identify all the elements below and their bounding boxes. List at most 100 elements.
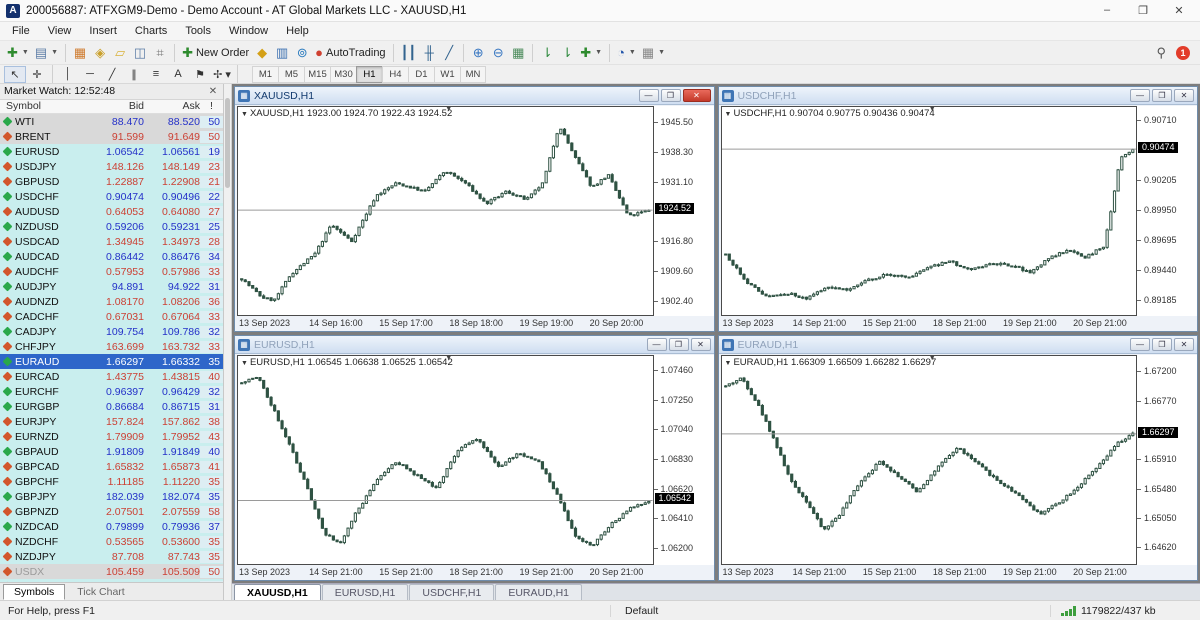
chart-minimize-button[interactable]: —	[639, 89, 659, 102]
metaeditor-button[interactable]: ◆	[252, 43, 272, 63]
price-axis-xauusd[interactable]: 1945.501938.301931.101916.801909.601902.…	[654, 106, 714, 316]
channel-tool[interactable]: ∥	[123, 66, 145, 83]
vertical-line-tool[interactable]: │	[57, 66, 79, 83]
timeframe-mn[interactable]: MN	[460, 66, 486, 83]
market-watch-row-eurcad[interactable]: EURCAD1.437751.4381540	[0, 369, 223, 384]
price-axis-usdchf[interactable]: 0.907100.902050.899500.896950.894400.891…	[1137, 106, 1197, 316]
market-watch-row-nzdjpy[interactable]: NZDJPY87.70887.74335	[0, 549, 223, 564]
market-watch-row-audcad[interactable]: AUDCAD0.864420.8647634	[0, 249, 223, 264]
market-watch-row-gbpjpy[interactable]: GBPJPY182.039182.07435	[0, 489, 223, 504]
chart-minimize-button[interactable]: —	[647, 338, 667, 351]
market-watch-row-gbpcad[interactable]: GBPCAD1.658321.6587341	[0, 459, 223, 474]
market-watch-row-cadchf[interactable]: CADCHF0.670310.6706433	[0, 309, 223, 324]
chart-plot-eurusd[interactable]: ▼EURUSD,H1 1.06545 1.06638 1.06525 1.065…	[237, 355, 654, 565]
market-watch-row-nzdusd[interactable]: NZDUSD0.592060.5923125	[0, 219, 223, 234]
market-watch-row-usdchf[interactable]: USDCHF0.904740.9049622	[0, 189, 223, 204]
market-watch-row-wti[interactable]: WTI88.47088.52050	[0, 114, 223, 129]
notification-badge[interactable]: 1	[1176, 46, 1190, 60]
price-axis-euraud[interactable]: 1.672001.667701.659101.654801.650501.646…	[1137, 355, 1197, 565]
search-icon[interactable]: ⚲	[1156, 45, 1166, 61]
market-watch-row-gbpusd[interactable]: GBPUSD1.228871.2290821	[0, 174, 223, 189]
time-axis-usdchf[interactable]: 13 Sep 202314 Sep 21:0015 Sep 21:0018 Se…	[721, 316, 1198, 331]
new-chart-button[interactable]: ✚▼	[4, 43, 32, 63]
market-watch-row-nzdcad[interactable]: NZDCAD0.798990.7993637	[0, 519, 223, 534]
time-axis-xauusd[interactable]: 13 Sep 202314 Sep 16:0015 Sep 17:0018 Se…	[237, 316, 714, 331]
market-watch-row-gbpaud[interactable]: GBPAUD1.918091.9184940	[0, 444, 223, 459]
market-watch-row-audchf[interactable]: AUDCHF0.579530.5798633	[0, 264, 223, 279]
autotrading-button[interactable]: ●AutoTrading	[312, 43, 388, 63]
navigator-button[interactable]: ▱	[110, 43, 130, 63]
chart-titlebar-xauusd[interactable]: ▦XAUUSD,H1—❐✕	[235, 87, 714, 105]
chart-close-button[interactable]: ✕	[1174, 338, 1194, 351]
column-spread[interactable]: !	[200, 100, 223, 112]
time-axis-euraud[interactable]: 13 Sep 202314 Sep 21:0015 Sep 21:0018 Se…	[721, 565, 1198, 580]
templates-button[interactable]: ▦▼	[639, 43, 668, 63]
market-watch-row-usdjpy[interactable]: USDJPY148.126148.14923	[0, 159, 223, 174]
market-watch-row-audusd[interactable]: AUDUSD0.640530.6408027	[0, 204, 223, 219]
market-watch-row-eurchf[interactable]: EURCHF0.963970.9642932	[0, 384, 223, 399]
market-watch-row-audjpy[interactable]: AUDJPY94.89194.92231	[0, 279, 223, 294]
market-watch-close-icon[interactable]: ✕	[207, 86, 219, 97]
chart-titlebar-eurusd[interactable]: ▦EURUSD,H1—❐✕	[235, 336, 714, 354]
data-window-button[interactable]: ◈	[90, 43, 110, 63]
expert-advisors-button[interactable]: ▥	[272, 43, 292, 63]
bar-chart-mode-button[interactable]: ┃┃	[398, 43, 420, 63]
menu-insert[interactable]: Insert	[81, 24, 125, 38]
periods-button[interactable]: ◔▼	[614, 43, 639, 63]
market-watch-row-gbpchf[interactable]: GBPCHF1.111851.1122035	[0, 474, 223, 489]
chart-close-button[interactable]: ✕	[1174, 89, 1194, 102]
trendline-tool[interactable]: ╱	[101, 66, 123, 83]
timeframe-m5[interactable]: M5	[278, 66, 304, 83]
terminal-button[interactable]: ◫	[130, 43, 150, 63]
zoom-out-button[interactable]: ⊖	[488, 43, 508, 63]
menu-help[interactable]: Help	[278, 24, 317, 38]
cursor-tool[interactable]: ↖	[4, 66, 26, 83]
candlestick-mode-button[interactable]: ╫	[419, 43, 439, 63]
add-indicator-button[interactable]: ✚▼	[577, 43, 605, 63]
auto-arrange-button[interactable]: ⇂	[537, 43, 557, 63]
market-watch-row-usdcad[interactable]: USDCAD1.349451.3497328	[0, 234, 223, 249]
market-watch-row-audnzd[interactable]: AUDNZD1.081701.0820636	[0, 294, 223, 309]
chart-minimize-button[interactable]: —	[1130, 89, 1150, 102]
chart-restore-button[interactable]: ❐	[1152, 338, 1172, 351]
menu-window[interactable]: Window	[221, 24, 276, 38]
market-watch-row-usdx[interactable]: USDX105.459105.50950	[0, 564, 223, 579]
timeframe-m15[interactable]: M15	[304, 66, 330, 83]
text-tool[interactable]: A	[167, 66, 189, 83]
market-watch-row-eurusd[interactable]: EURUSD1.065421.0656119	[0, 144, 223, 159]
chart-tab-xauusd-h1[interactable]: XAUUSD,H1	[234, 584, 321, 600]
menu-tools[interactable]: Tools	[177, 24, 219, 38]
column-bid[interactable]: Bid	[84, 100, 144, 112]
menu-charts[interactable]: Charts	[127, 24, 175, 38]
market-watch-tab-symbols[interactable]: Symbols	[3, 584, 65, 600]
market-watch-scrollbar[interactable]	[224, 84, 232, 600]
restore-button[interactable]: ❐	[1136, 4, 1150, 17]
cascade-button[interactable]: ⇂	[557, 43, 577, 63]
timeframe-d1[interactable]: D1	[408, 66, 434, 83]
chart-close-button[interactable]: ✕	[691, 338, 711, 351]
timeframe-h1[interactable]: H1	[356, 66, 382, 83]
horizontal-line-tool[interactable]: ─	[79, 66, 101, 83]
market-watch-toggle[interactable]: ▦	[70, 43, 90, 63]
market-watch-row-gbpnzd[interactable]: GBPNZD2.075012.0755958	[0, 504, 223, 519]
price-axis-eurusd[interactable]: 1.074601.072501.070401.068301.066201.064…	[654, 355, 714, 565]
timeframe-h4[interactable]: H4	[382, 66, 408, 83]
time-axis-eurusd[interactable]: 13 Sep 202314 Sep 21:0015 Sep 21:0018 Se…	[237, 565, 714, 580]
minimize-button[interactable]: –	[1100, 4, 1114, 17]
column-symbol[interactable]: Symbol	[0, 100, 84, 112]
strategy-tester-button[interactable]: ⌗	[150, 43, 170, 63]
crosshair-tool[interactable]: ✛	[26, 66, 48, 83]
chart-restore-button[interactable]: ❐	[1152, 89, 1172, 102]
profiles-button[interactable]: ▤▼	[32, 43, 61, 63]
chart-minimize-button[interactable]: —	[1130, 338, 1150, 351]
column-ask[interactable]: Ask	[144, 100, 200, 112]
menu-view[interactable]: View	[40, 24, 80, 38]
chart-plot-euraud[interactable]: ▼EURAUD,H1 1.66309 1.66509 1.66282 1.662…	[721, 355, 1138, 565]
shapes-tool[interactable]: ✢ ▾	[211, 66, 233, 83]
market-watch-row-eurjpy[interactable]: EURJPY157.824157.86238	[0, 414, 223, 429]
fibonacci-tool[interactable]: ≡	[145, 66, 167, 83]
market-watch-row-brent[interactable]: BRENT91.59991.64950	[0, 129, 223, 144]
market-watch-row-eurnzd[interactable]: EURNZD1.799091.7995243	[0, 429, 223, 444]
market-watch-row-cadjpy[interactable]: CADJPY109.754109.78632	[0, 324, 223, 339]
tile-windows-button[interactable]: ▦	[508, 43, 528, 63]
